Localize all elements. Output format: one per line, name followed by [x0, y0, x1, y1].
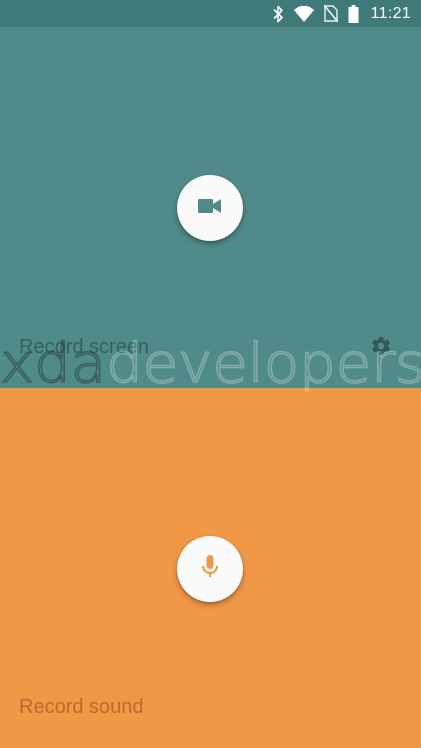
mic-icon [201, 554, 219, 584]
no-sim-icon [323, 5, 338, 22]
videocam-icon [198, 198, 222, 219]
record-screen-panel[interactable]: Record screen [0, 27, 421, 388]
bluetooth-icon [272, 5, 284, 23]
settings-button[interactable] [368, 335, 394, 361]
gear-icon [370, 335, 392, 362]
record-sound-label: Record sound [19, 696, 144, 718]
record-sound-panel[interactable]: Record sound [0, 388, 421, 748]
record-screen-button[interactable] [177, 175, 243, 241]
record-sound-button[interactable] [177, 536, 243, 602]
clock: 11:21 [370, 4, 411, 22]
record-screen-label: Record screen [19, 336, 150, 358]
status-bar: 11:21 [0, 0, 421, 27]
battery-icon [348, 4, 359, 23]
wifi-icon [293, 5, 314, 22]
